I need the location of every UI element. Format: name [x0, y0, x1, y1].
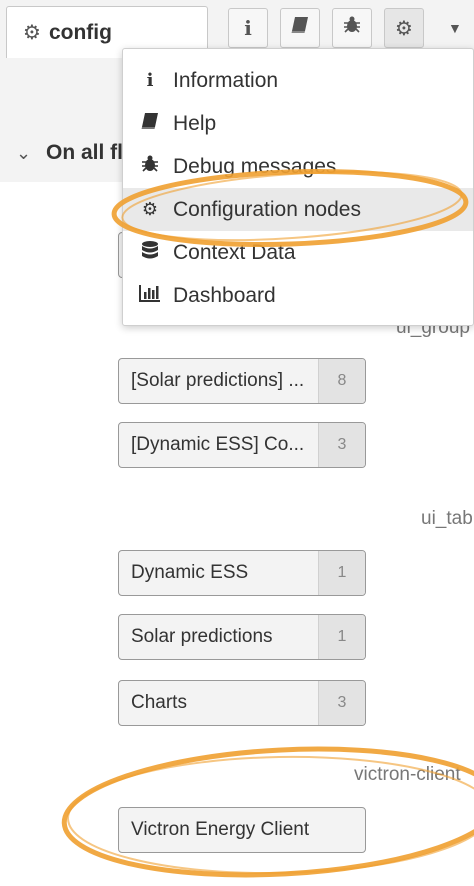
node-count: 1 [318, 615, 365, 659]
group-label-victron-client: victron-client [354, 764, 461, 785]
sidebar-dropdown-menu: i Information Help Debug messages ⚙ Conf… [122, 48, 474, 326]
node-label: Victron Energy Client [131, 819, 310, 840]
node-label: [Solar predictions] ... [131, 370, 305, 391]
menu-item-help[interactable]: Help [123, 102, 473, 145]
book-icon [290, 16, 310, 40]
gear-icon: ⚙ [141, 199, 159, 219]
gear-icon: ⚙ [23, 22, 41, 44]
menu-item-debug-messages[interactable]: Debug messages [123, 145, 473, 188]
node-label: [Dynamic ESS] Co... [131, 434, 305, 455]
config-node-dynamic-ess[interactable]: Dynamic ESS 1 [118, 550, 366, 596]
chevron-down-icon[interactable]: ▼ [448, 20, 462, 36]
node-red-sidebar: ⚙ config i ⚙ ▼ ⌄ On all fl ui_group [Sol… [0, 0, 474, 886]
node-count: 3 [318, 681, 365, 725]
section-title: On all fl [46, 141, 124, 164]
menu-item-dashboard[interactable]: Dashboard [123, 274, 473, 317]
menu-item-configuration-nodes[interactable]: ⚙ Configuration nodes [123, 188, 473, 231]
node-count: 3 [318, 423, 365, 467]
menu-item-label: Context Data [173, 240, 296, 264]
menu-item-information[interactable]: i Information [123, 59, 473, 102]
tab-config-label: config [48, 20, 112, 44]
node-label: Dynamic ESS [131, 562, 249, 583]
node-label: Charts [131, 692, 187, 713]
bug-icon [137, 154, 163, 179]
menu-item-label: Debug messages [173, 154, 337, 178]
help-button[interactable] [280, 8, 320, 48]
config-node-solar-predictions-group[interactable]: [Solar predictions] ... 8 [118, 358, 366, 404]
menu-item-label: Dashboard [173, 283, 276, 307]
menu-item-context-data[interactable]: Context Data [123, 231, 473, 274]
config-node-charts[interactable]: Charts 3 [118, 680, 366, 726]
node-label: Solar predictions [131, 626, 273, 647]
group-label-ui-tab: ui_tab [421, 508, 473, 529]
config-node-victron-energy-client[interactable]: Victron Energy Client [118, 807, 366, 853]
node-count: 8 [318, 359, 365, 403]
database-icon [137, 240, 163, 265]
menu-item-label: Configuration nodes [173, 197, 361, 221]
bug-icon [342, 15, 362, 41]
info-icon: i [146, 70, 154, 91]
menu-item-label: Information [173, 68, 279, 92]
config-button[interactable]: ⚙ [384, 8, 424, 48]
info-button[interactable]: i [228, 8, 268, 48]
config-node-solar-predictions[interactable]: Solar predictions 1 [118, 614, 366, 660]
book-icon [137, 112, 163, 135]
node-count: 1 [318, 551, 365, 595]
chart-icon [137, 284, 163, 307]
info-icon: i [244, 16, 252, 40]
config-node-dynamic-ess-group[interactable]: [Dynamic ESS] Co... 3 [118, 422, 366, 468]
menu-item-label: Help [173, 111, 217, 135]
chevron-down-icon[interactable]: ⌄ [16, 143, 38, 164]
gear-icon: ⚙ [395, 17, 413, 40]
debug-button[interactable] [332, 8, 372, 48]
